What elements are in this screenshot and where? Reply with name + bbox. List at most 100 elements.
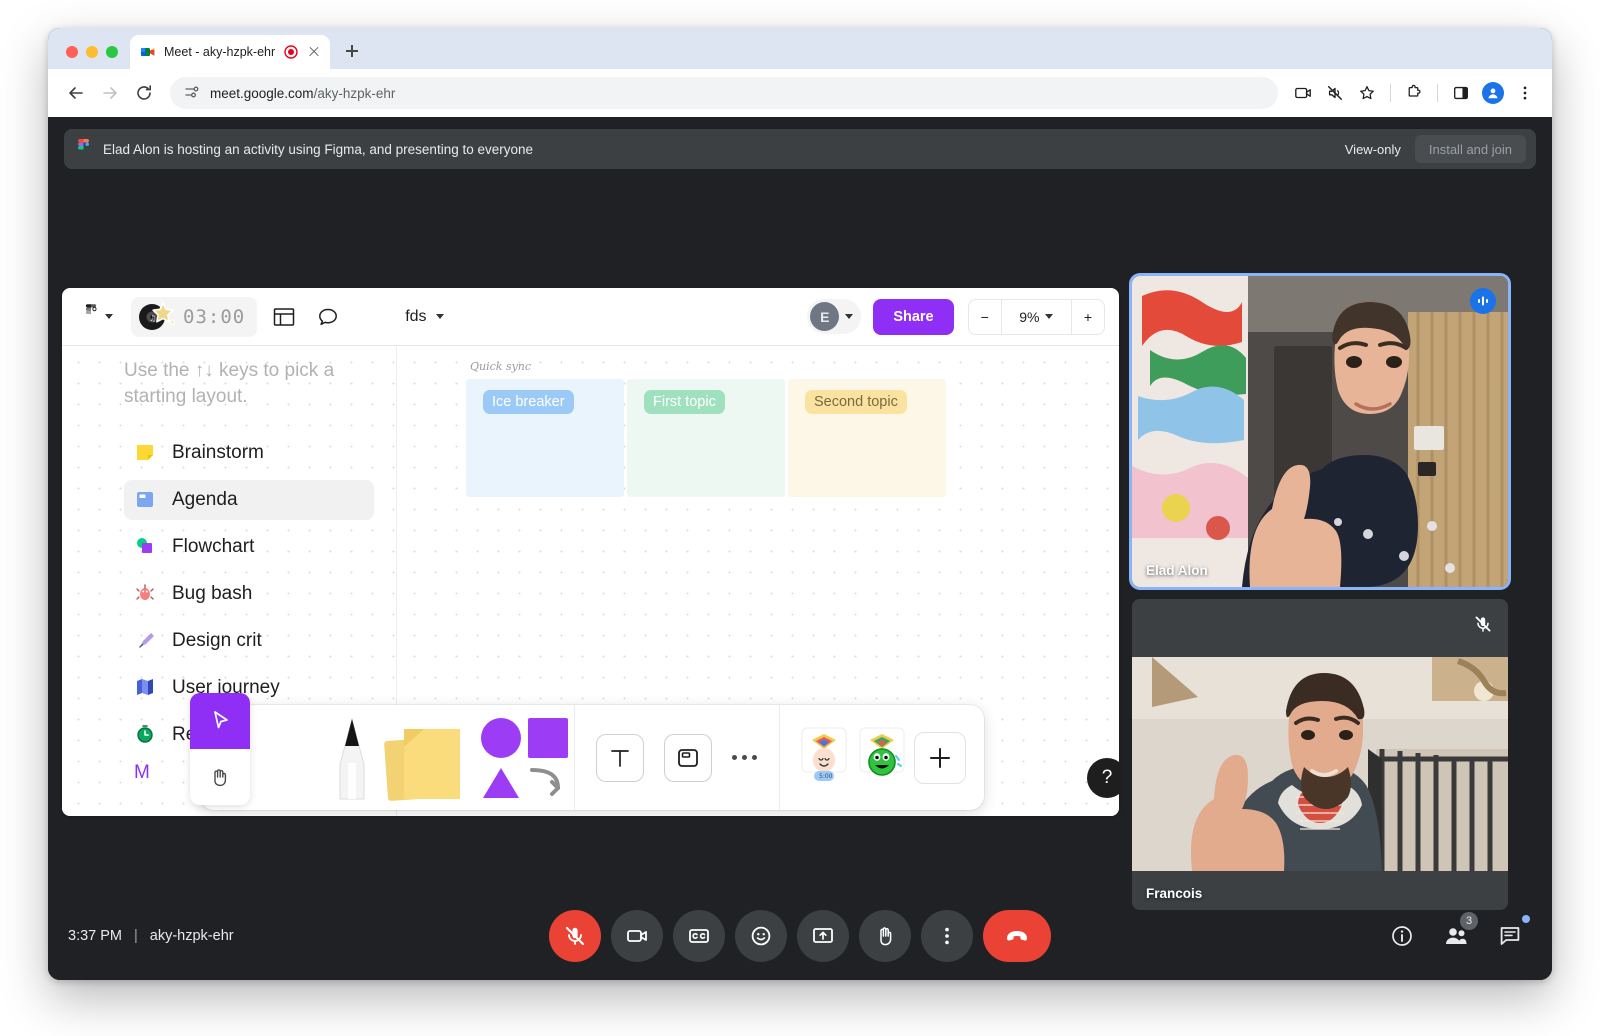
meet-page: Elad Alon is hosting an activity using F… [48,117,1552,980]
camera-button[interactable] [611,910,663,962]
pen-nib-emoji [134,629,158,653]
sidebar-item-agenda[interactable]: Agenda [124,480,374,521]
comment-bubble-icon[interactable] [311,300,345,334]
party-face-sticker-icon[interactable]: 5:00 [798,724,850,791]
meet-right-controls: 3 [1382,912,1530,956]
speaking-indicator-icon [1470,288,1496,314]
layout-picker-hint: Use the ↑↓ keys to pick a starting layou… [124,360,335,407]
sticky-notes-icon[interactable] [382,705,474,810]
activity-banner: Elad Alon is hosting an activity using F… [64,129,1536,169]
chat-button[interactable] [1490,915,1530,956]
sidebar-item-label: Design crit [172,630,262,652]
figma-logo-icon [84,304,98,329]
board-chip[interactable]: First topic [644,390,725,414]
tab-strip: Meet - aky-hzpk-ehr [48,28,1552,69]
zoom-in-button[interactable]: + [1070,299,1104,334]
address-bar[interactable]: meet.google.com/aky-hzpk-ehr [170,77,1278,109]
board-chip[interactable]: Second topic [805,390,907,414]
board-column-second-topic[interactable]: Second topic [788,379,946,497]
side-panel-icon[interactable] [1446,78,1476,108]
reload-button[interactable] [128,77,160,109]
share-button[interactable]: Share [873,298,954,335]
chrome-menu-icon[interactable] [1510,78,1540,108]
bug-emoji [134,582,158,606]
video-stream [1132,276,1508,587]
tab-close-button[interactable] [306,44,322,60]
green-monster-sticker-icon[interactable] [856,724,908,791]
flowchart-shapes-emoji [134,535,158,559]
chevron-down-icon [845,314,854,319]
site-settings-icon[interactable] [184,84,200,103]
meeting-details-button[interactable] [1382,916,1422,956]
participants-count-badge: 3 [1460,912,1478,930]
figma-menu-button[interactable] [76,304,121,329]
sidebar-item-design-crit[interactable]: Design crit [124,621,374,661]
participant-tile-elad-alon[interactable]: Elad Alon [1132,276,1508,587]
sidebar-item-flowchart[interactable]: Flowchart [124,527,374,567]
extensions-puzzle-icon[interactable] [1399,78,1429,108]
more-tools-icon[interactable] [732,755,758,760]
view-only-label: View-only [1344,141,1401,157]
more-options-button[interactable] [921,910,973,962]
document-name-button[interactable]: fds [405,308,444,326]
chevron-down-icon [105,314,113,319]
present-now-button[interactable] [797,910,849,962]
shapes-icon[interactable] [474,705,574,810]
new-tab-button[interactable] [338,37,366,65]
agenda-board-emoji [134,488,158,512]
participants-button[interactable]: 3 [1436,912,1478,956]
activity-timer[interactable]: ♫ 03:00 [131,296,258,337]
marker-pen-icon[interactable] [322,705,382,810]
sidebar-item-label: Flowchart [172,536,255,558]
back-button[interactable] [60,77,92,109]
cursor-arrow-icon[interactable] [190,693,250,749]
install-and-join-button[interactable]: Install and join [1414,135,1526,163]
tab-title: Meet - aky-hzpk-ehr [164,45,276,59]
help-button[interactable]: ? [1087,758,1119,798]
leave-call-button[interactable] [983,910,1051,962]
board-column-ice-breaker[interactable]: Ice breaker [466,379,624,497]
board-chip[interactable]: Ice breaker [483,390,574,414]
reactions-button[interactable] [735,910,787,962]
screen-share-icon[interactable] [1288,78,1318,108]
add-sticker-icon[interactable] [913,731,966,784]
microphone-off-button[interactable] [549,910,601,962]
participant-name: Elad Alon [1146,563,1208,578]
presence-menu[interactable]: E [807,299,862,334]
browser-tab[interactable]: Meet - aky-hzpk-ehr [130,35,330,69]
sidebar-item-brainstorm[interactable]: Brainstorm [124,433,374,473]
music-star-sticker-icon: ♫ [137,300,179,334]
layout-panel-icon[interactable] [267,300,301,334]
sidebar-item-bug-bash[interactable]: Bug bash [124,574,374,614]
figma-logo-icon [76,138,91,160]
frame-tool-icon[interactable] [664,733,713,782]
profile-avatar-icon[interactable] [1478,78,1508,108]
svg-text:♫: ♫ [149,314,156,323]
bookmark-star-icon[interactable] [1352,78,1382,108]
window-minimize-button[interactable] [86,46,98,58]
address-bar-url: meet.google.com/aky-hzpk-ehr [210,85,396,101]
hand-grab-icon[interactable] [190,749,250,805]
mic-muted-icon [1470,611,1496,637]
captions-button[interactable] [673,910,725,962]
zoom-level-menu[interactable]: 9% [1000,299,1071,334]
avatar: E [810,302,840,331]
sidebar-item-label: Bug bash [172,583,253,605]
mute-tab-icon[interactable] [1320,78,1350,108]
raise-hand-button[interactable] [859,910,911,962]
stopwatch-emoji [134,723,158,747]
window-maximize-button[interactable] [106,46,118,58]
cursor-tool-group [190,693,250,805]
text-tool-icon[interactable] [596,733,645,782]
toolbar-icons [1288,78,1540,108]
tab-recording-icon[interactable] [284,45,298,59]
window-close-button[interactable] [66,46,78,58]
participant-tile-francois[interactable]: Francois [1132,599,1508,910]
sidebar-item-label: Brainstorm [172,442,264,464]
board-column-first-topic[interactable]: First topic [627,379,785,497]
forward-button[interactable] [94,77,126,109]
chevron-down-icon [1045,314,1054,319]
zoom-out-button[interactable]: − [969,300,1001,334]
figma-canvas[interactable]: Use the ↑↓ keys to pick a starting layou… [62,346,1119,816]
google-meet-favicon [140,44,156,60]
